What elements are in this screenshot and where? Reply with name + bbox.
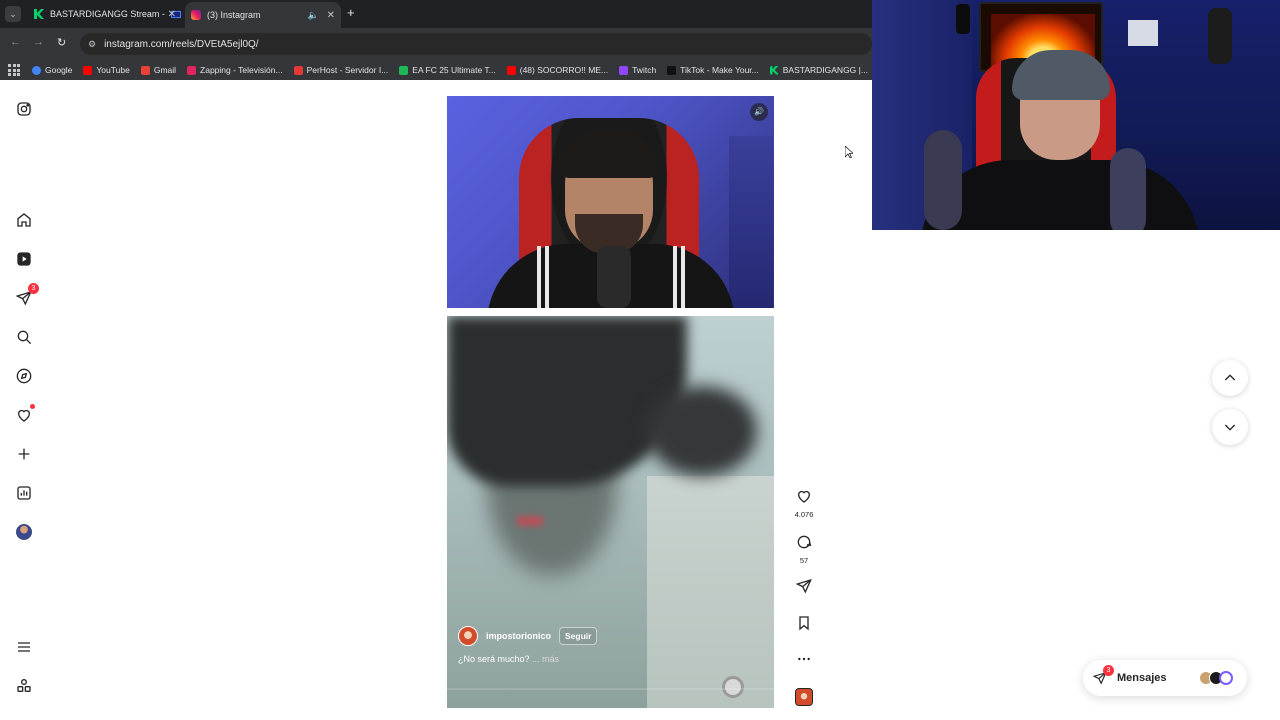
apps-grid-icon[interactable] — [8, 64, 20, 76]
address-bar[interactable]: ⚙ instagram.com/reels/DVEtA5ejl0Q/ — [80, 33, 872, 55]
home-icon[interactable] — [14, 210, 34, 230]
caption-text: ¿No será mucho? — [458, 654, 530, 664]
reload-icon[interactable]: ↻ — [57, 36, 66, 49]
messages-badge: 3 — [1103, 665, 1114, 676]
share-button[interactable] — [792, 578, 816, 599]
reel-video[interactable]: 🔊 impostorionico Seguir ¿No será mucho? … — [447, 96, 774, 708]
forward-icon[interactable]: → — [33, 36, 44, 48]
gmail-icon — [140, 65, 150, 75]
menu-icon[interactable] — [14, 637, 34, 657]
bookmark-bastardigangg[interactable]: BASTARDIGANGG |... — [769, 65, 868, 75]
audio-avatar[interactable] — [795, 688, 813, 706]
bookmark-twitch[interactable]: Twitch — [619, 65, 656, 75]
reel-footage-panel: impostorionico Seguir ¿No será mucho? ..… — [447, 316, 774, 708]
messages-label: Mensajes — [1117, 672, 1167, 684]
bookmark-gmail[interactable]: Gmail — [140, 65, 176, 75]
bookmarks-bar: Google YouTube Gmail Zapping - Televisió… — [0, 60, 872, 80]
instagram-favicon-icon — [191, 10, 201, 20]
comment-icon — [797, 535, 812, 549]
video-progress-bar[interactable] — [447, 688, 774, 690]
close-tab-icon[interactable]: ✕ — [327, 10, 335, 21]
browser-tab-bar: ⌄ BASTARDIGANGG Stream - ✕ (3) Instagram… — [0, 0, 872, 28]
back-icon[interactable]: ← — [10, 36, 21, 48]
send-icon — [795, 578, 812, 594]
reel-webcam-panel: 🔊 — [447, 96, 774, 308]
bookmark-tiktok[interactable]: TikTok - Make Your... — [667, 65, 759, 75]
reels-icon[interactable] — [14, 249, 34, 269]
reel-username[interactable]: impostorionico — [486, 631, 551, 641]
volume-icon[interactable]: 🔊 — [750, 103, 768, 121]
send-icon: 3 — [1092, 665, 1114, 685]
reel-author: impostorionico Seguir — [458, 626, 598, 646]
avatar — [1219, 671, 1233, 685]
more-options-button[interactable] — [792, 651, 816, 672]
perhost-icon — [293, 65, 303, 75]
bookmark-google[interactable]: Google — [32, 65, 72, 75]
next-reel-button[interactable] — [1212, 409, 1248, 445]
bookmark-ea-fc[interactable]: EA FC 25 Ultimate T... — [399, 65, 496, 75]
new-tab-button[interactable]: + — [347, 6, 355, 20]
browser-toolbar: ← → ↻ ⚙ instagram.com/reels/DVEtA5ejl0Q/ — [0, 28, 872, 60]
close-tab-icon[interactable]: ✕ — [168, 9, 176, 20]
more-apps-icon[interactable] — [14, 676, 34, 696]
comment-button[interactable]: 57 — [792, 534, 816, 565]
instagram-logo-icon[interactable] — [14, 99, 34, 119]
reel-caption: ¿No será mucho? ... más — [458, 654, 559, 664]
profile-avatar[interactable] — [14, 522, 34, 542]
bookmark-zapping[interactable]: Zapping - Televisión... — [187, 65, 283, 75]
likes-count: 4.076 — [794, 510, 814, 519]
message-avatars — [1199, 671, 1233, 685]
like-button[interactable]: 4.076 — [792, 488, 816, 519]
bookmark-socorro[interactable]: (48) SOCORRO!! ME... — [506, 65, 608, 75]
follow-button[interactable]: Seguir — [559, 627, 598, 645]
kick-icon — [769, 65, 779, 75]
site-info-icon[interactable]: ⚙ — [88, 39, 96, 50]
url-text[interactable]: instagram.com/reels/DVEtA5ejl0Q/ — [104, 39, 259, 50]
save-button[interactable] — [792, 615, 816, 636]
notifications-heart-icon[interactable] — [14, 404, 35, 425]
direct-messages-icon[interactable]: 3 — [14, 283, 39, 308]
tab-title: BASTARDIGANGG Stream - — [50, 9, 165, 19]
notification-dot — [30, 404, 35, 409]
notifications-badge: 3 — [28, 283, 39, 294]
chevron-up-icon — [1224, 374, 1236, 381]
reel-author-avatar[interactable] — [458, 626, 478, 646]
caption-more-link[interactable]: ... más — [532, 654, 559, 664]
comments-count: 57 — [799, 556, 809, 565]
bookmark-perhost[interactable]: PerHost - Servidor I... — [293, 65, 388, 75]
tab-instagram[interactable]: (3) Instagram 🔈 ✕ — [185, 2, 341, 28]
kick-icon — [34, 9, 44, 19]
chevron-down-icon — [1224, 424, 1236, 431]
heart-icon — [798, 490, 810, 503]
twitch-icon — [619, 65, 629, 75]
audio-playing-icon[interactable]: 🔈 — [308, 10, 319, 21]
mouse-cursor-icon — [845, 146, 853, 158]
bookmark-youtube[interactable]: YouTube — [83, 65, 130, 75]
tab-search-button[interactable]: ⌄ — [5, 6, 21, 22]
search-icon[interactable] — [14, 327, 34, 347]
youtube-icon — [506, 65, 516, 75]
bookmark-icon — [799, 616, 809, 631]
messages-button[interactable]: 3 Mensajes — [1083, 660, 1247, 696]
youtube-icon — [83, 65, 93, 75]
zapping-icon — [187, 65, 197, 75]
ea-fc-icon — [399, 65, 409, 75]
create-icon[interactable] — [14, 444, 34, 464]
previous-reel-button[interactable] — [1212, 360, 1248, 396]
more-horizontal-icon — [798, 657, 810, 661]
google-icon — [32, 65, 41, 75]
explore-icon[interactable] — [14, 366, 34, 386]
tab-bastardigangg[interactable]: BASTARDIGANGG Stream - ✕ — [28, 0, 182, 28]
streamer-webcam-overlay — [872, 0, 1280, 230]
dashboard-icon[interactable] — [14, 483, 34, 503]
tab-title: (3) Instagram — [207, 10, 261, 20]
tiktok-icon — [667, 65, 677, 75]
